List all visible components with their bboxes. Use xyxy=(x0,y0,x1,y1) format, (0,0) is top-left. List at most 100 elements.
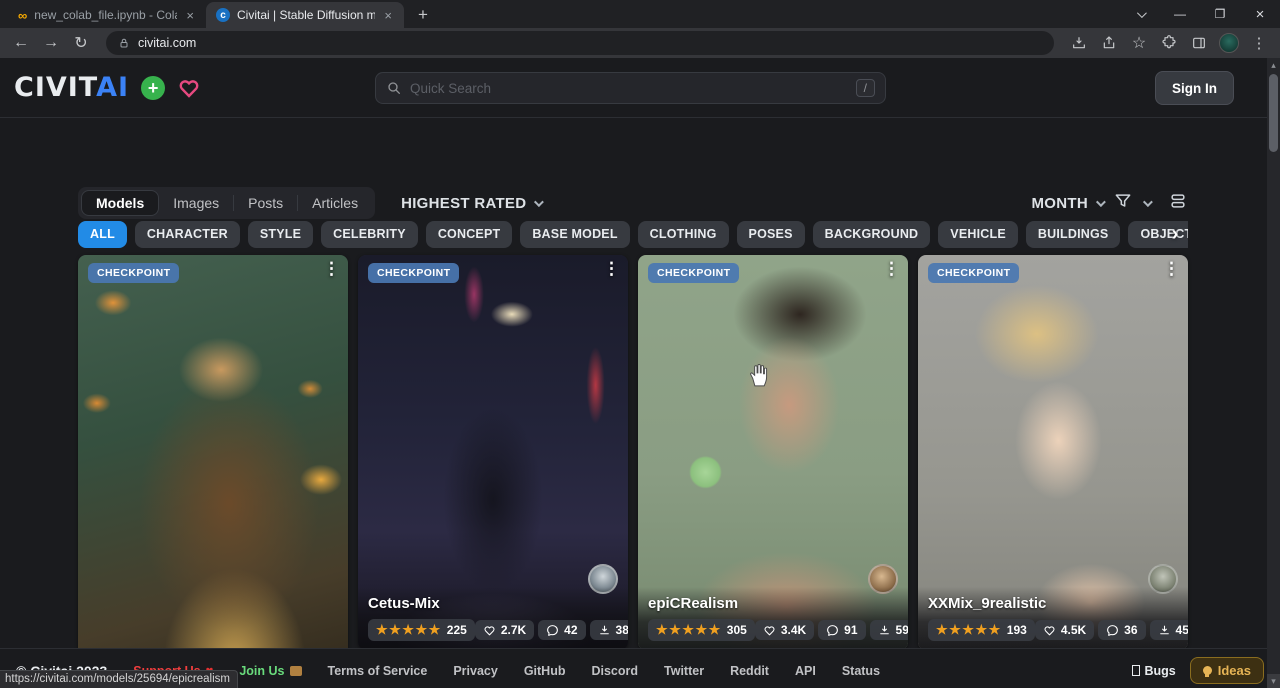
card-info: epiCRealism ★★★★★305 3.4K 91 59K xyxy=(638,587,908,650)
share-icon[interactable] xyxy=(1096,31,1122,55)
refresh-button[interactable]: ↻ xyxy=(68,33,94,53)
downloads-pill: 59K xyxy=(870,620,908,640)
category-chip-concept[interactable]: CONCEPT xyxy=(426,221,513,248)
card-menu-icon[interactable]: ⋮ xyxy=(883,259,900,279)
tab-images[interactable]: Images xyxy=(159,191,233,215)
chips-scroll-right-icon[interactable]: › xyxy=(1162,221,1188,248)
scroll-down-icon[interactable]: ▾ xyxy=(1267,674,1280,688)
browser-menu-icon[interactable]: ⋮ xyxy=(1246,31,1272,55)
tab-articles[interactable]: Articles xyxy=(298,191,372,215)
footer-link-reddit[interactable]: Reddit xyxy=(730,664,769,678)
hand-cursor xyxy=(746,362,772,388)
close-button[interactable]: × xyxy=(1240,0,1280,28)
address-bar[interactable]: civitai.com xyxy=(106,31,1054,55)
model-image xyxy=(78,255,348,688)
card-menu-icon[interactable]: ⋮ xyxy=(1163,259,1180,279)
period-dropdown[interactable]: MONTH xyxy=(1032,195,1104,212)
scrollbar-thumb[interactable] xyxy=(1269,74,1278,152)
rating-pill: ★★★★★225 xyxy=(368,619,475,641)
footer-link-terms[interactable]: Terms of Service xyxy=(328,664,428,678)
browser-toolbar: ← → ↻ civitai.com ☆ ⋮ xyxy=(0,28,1280,58)
footer-link-join-us[interactable]: Join Us xyxy=(239,664,301,678)
new-tab-button[interactable]: + xyxy=(412,2,434,28)
browser-tab-colab[interactable]: ∞ new_colab_file.ipynb - Colaborat × xyxy=(8,2,206,28)
category-chip-buildings[interactable]: BUILDINGS xyxy=(1026,221,1121,248)
tab-close-icon[interactable]: × xyxy=(382,8,394,23)
category-chip-clothing[interactable]: CLOTHING xyxy=(638,221,729,248)
footer-link-status[interactable]: Status xyxy=(842,664,880,678)
checkpoint-badge: CHECKPOINT xyxy=(648,263,739,283)
extensions-puzzle-icon[interactable] xyxy=(1156,31,1182,55)
category-chip-vehicle[interactable]: VEHICLE xyxy=(938,221,1018,248)
model-card-cetus-mix[interactable]: CHECKPOINT ⋮ Cetus-Mix ★★★★★225 2.7K 42 … xyxy=(358,255,628,650)
category-chip-base-model[interactable]: BASE MODEL xyxy=(520,221,629,248)
rating-pill: ★★★★★305 xyxy=(648,619,755,641)
category-chip-style[interactable]: STYLE xyxy=(248,221,313,248)
minimize-button[interactable]: — xyxy=(1160,0,1200,28)
bug-icon xyxy=(1132,665,1140,676)
layout-toggle-icon[interactable] xyxy=(1168,191,1188,216)
downloads-pill: 38K xyxy=(590,620,628,640)
civitai-logo[interactable]: CIVITAI xyxy=(14,72,129,103)
search-shortcut-key: / xyxy=(856,79,875,97)
comment-icon xyxy=(1106,624,1119,637)
footer-link-twitter[interactable]: Twitter xyxy=(664,664,704,678)
tab-models[interactable]: Models xyxy=(81,190,159,216)
footer-link-discord[interactable]: Discord xyxy=(591,664,638,678)
site-header: CIVITAI + / Sign In xyxy=(0,58,1280,118)
category-chip-background[interactable]: BACKGROUND xyxy=(813,221,931,248)
model-card-xxmix9realistic[interactable]: CHECKPOINT ⋮ XXMix_9realistic ★★★★★193 4… xyxy=(918,255,1188,650)
model-card-dreamshaper[interactable]: CHECKPOINT ⋮ DreamShaper xyxy=(78,255,348,688)
colab-favicon-icon: ∞ xyxy=(18,8,27,23)
upload-plus-button[interactable]: + xyxy=(141,76,165,100)
likes-pill: 3.4K xyxy=(755,620,814,640)
favorites-heart-icon[interactable] xyxy=(177,76,201,100)
bookmark-star-icon[interactable]: ☆ xyxy=(1126,31,1152,55)
maximize-button[interactable]: ❐ xyxy=(1200,0,1240,28)
card-menu-icon[interactable]: ⋮ xyxy=(603,259,620,279)
category-chip-celebrity[interactable]: CELEBRITY xyxy=(321,221,418,248)
checkpoint-badge: CHECKPOINT xyxy=(88,263,179,283)
chevron-down-icon[interactable] xyxy=(1143,197,1153,207)
tab-posts[interactable]: Posts xyxy=(234,191,297,215)
model-title: epiCRealism xyxy=(648,595,898,612)
link-preview-status-bar: https://civitai.com/models/25694/epicrea… xyxy=(0,670,238,688)
sort-dropdown[interactable]: HIGHEST RATED xyxy=(401,195,541,212)
side-panel-icon[interactable] xyxy=(1186,31,1212,55)
checkpoint-badge: CHECKPOINT xyxy=(928,263,1019,283)
downloads-icon[interactable] xyxy=(1066,31,1092,55)
model-card-epicrealism[interactable]: CHECKPOINT ⋮ epiCRealism ★★★★★305 3.4K 9… xyxy=(638,255,908,650)
star-icons: ★★★★★ xyxy=(936,622,1002,638)
ideas-button[interactable]: Ideas xyxy=(1190,657,1264,684)
scroll-up-icon[interactable]: ▴ xyxy=(1267,58,1280,72)
model-title: XXMix_9realistic xyxy=(928,595,1178,612)
browser-tab-civitai[interactable]: c Civitai | Stable Diffusion models, × xyxy=(206,2,404,28)
browser-profile-avatar[interactable] xyxy=(1216,31,1242,55)
footer-link-github[interactable]: GitHub xyxy=(524,664,566,678)
bugs-link[interactable]: Bugs xyxy=(1132,664,1176,678)
category-chip-character[interactable]: CHARACTER xyxy=(135,221,240,248)
rating-pill: ★★★★★193 xyxy=(928,619,1035,641)
model-card-grid: CHECKPOINT ⋮ DreamShaper CHECKPOINT ⋮ Ce… xyxy=(78,255,1188,688)
sign-in-button[interactable]: Sign In xyxy=(1155,71,1234,105)
category-chip-all[interactable]: ALL xyxy=(78,221,127,248)
download-icon xyxy=(598,624,611,637)
card-menu-icon[interactable]: ⋮ xyxy=(323,259,340,279)
filter-funnel-icon[interactable] xyxy=(1113,191,1133,216)
back-button[interactable]: ← xyxy=(8,34,34,52)
search-icon xyxy=(386,80,402,96)
page-scrollbar[interactable]: ▴ ▾ xyxy=(1267,58,1280,688)
tab-search-icon[interactable] xyxy=(1120,0,1160,28)
footer-link-api[interactable]: API xyxy=(795,664,816,678)
footer-link-privacy[interactable]: Privacy xyxy=(453,664,497,678)
checkpoint-badge: CHECKPOINT xyxy=(368,263,459,283)
likes-pill: 4.5K xyxy=(1035,620,1094,640)
star-icons: ★★★★★ xyxy=(376,622,442,638)
category-chip-poses[interactable]: POSES xyxy=(737,221,805,248)
search-box[interactable]: / xyxy=(375,72,886,104)
model-title: Cetus-Mix xyxy=(368,595,618,612)
search-input[interactable] xyxy=(410,81,848,96)
tab-close-icon[interactable]: × xyxy=(184,8,196,23)
comment-icon xyxy=(826,624,839,637)
forward-button[interactable]: → xyxy=(38,34,64,52)
